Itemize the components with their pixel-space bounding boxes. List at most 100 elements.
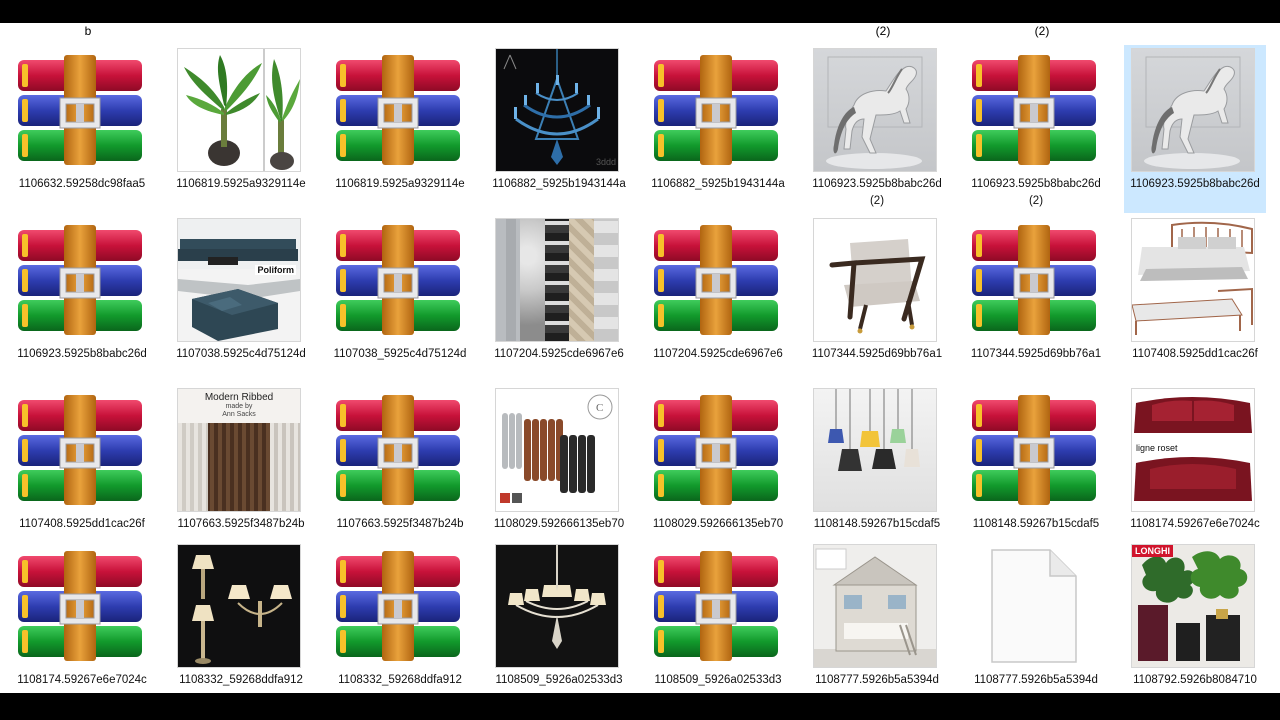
archive-file-tile[interactable]: 1108332_59268ddfa912 bbox=[329, 541, 471, 693]
file-name-tail[interactable]: (2) bbox=[972, 24, 1112, 38]
thumbnail-caption: made by bbox=[225, 403, 253, 410]
image-file-tile[interactable]: 1107344.5925d69bb76a1 bbox=[806, 215, 948, 383]
file-name-label: 1108777.5926b5a5394d bbox=[815, 674, 939, 686]
horse-thumbnail bbox=[1131, 48, 1255, 172]
file-name-label: 1107038_5925c4d75124d bbox=[333, 348, 467, 360]
file-thumbnail: LONGHI bbox=[1129, 543, 1257, 669]
image-file-tile[interactable]: 1107204.5925cde6967e6 bbox=[488, 215, 630, 383]
image-file-tile[interactable]: 1108777.5926b5a5394d bbox=[965, 541, 1107, 693]
winrar-archive-icon bbox=[18, 225, 142, 335]
file-name-label: 1108792.5926b8084710 bbox=[1133, 674, 1257, 686]
file-name-label: 1107204.5925cde6967e6 bbox=[653, 348, 783, 360]
ribbed-tile-thumbnail: Modern Ribbed made by Ann Sacks bbox=[177, 388, 301, 512]
svg-text:3ddd: 3ddd bbox=[596, 157, 616, 167]
file-thumbnail bbox=[970, 387, 1098, 513]
brand-label: LONGHI bbox=[1132, 545, 1173, 557]
file-name-label: 1106923.5925b8babc26d bbox=[1130, 178, 1260, 190]
file-name-tail[interactable]: (2) bbox=[813, 24, 953, 38]
archive-file-tile[interactable]: 1107344.5925d69bb76a1 bbox=[965, 215, 1107, 383]
file-thumbnail bbox=[652, 217, 780, 343]
file-thumbnail bbox=[175, 47, 303, 173]
file-thumbnail bbox=[16, 543, 144, 669]
file-name-label: 1106923.5925b8babc26d (2) bbox=[812, 178, 942, 207]
file-name-label: 1108509_5926a02533d3 bbox=[654, 674, 782, 686]
file-thumbnail bbox=[811, 47, 939, 173]
archive-file-tile[interactable]: 1106632.59258dc98faa5 bbox=[11, 45, 153, 213]
file-name-tail[interactable]: b bbox=[18, 24, 158, 38]
archive-file-tile[interactable]: 1108029.592666135eb70 bbox=[647, 385, 789, 553]
file-name-label: 1108174.59267e6e7024c bbox=[17, 674, 147, 686]
image-file-tile[interactable]: 1107408.5925dd1cac26f bbox=[1124, 215, 1266, 383]
file-thumbnail bbox=[16, 217, 144, 343]
winrar-archive-icon bbox=[336, 551, 460, 661]
archive-file-tile[interactable]: 1107408.5925dd1cac26f bbox=[11, 385, 153, 553]
brand-label: ligne roset bbox=[1136, 443, 1178, 453]
file-thumbnail bbox=[334, 387, 462, 513]
image-file-tile[interactable]: ligne roset 1108174.59267e6e7024c bbox=[1124, 385, 1266, 553]
archive-file-tile[interactable]: 1107663.5925f3487b24b bbox=[329, 385, 471, 553]
image-file-tile[interactable]: 1108509_5926a02533d3 bbox=[488, 541, 630, 693]
blank-file-icon bbox=[991, 549, 1077, 663]
winrar-archive-icon bbox=[336, 55, 460, 165]
file-thumbnail bbox=[16, 387, 144, 513]
file-name-label: 1106882_5925b1943144a bbox=[492, 178, 626, 190]
red-sofa-thumbnail: ligne roset bbox=[1131, 388, 1255, 512]
file-thumbnail bbox=[334, 543, 462, 669]
file-thumbnail bbox=[1129, 47, 1257, 173]
winrar-archive-icon bbox=[336, 225, 460, 335]
file-name-label: 1107663.5925f3487b24b bbox=[336, 518, 464, 530]
file-name-label: 1106632.59258dc98faa5 bbox=[18, 178, 146, 190]
file-thumbnail bbox=[1129, 217, 1257, 343]
archive-file-tile[interactable]: 1108174.59267e6e7024c bbox=[11, 541, 153, 693]
winrar-archive-icon bbox=[972, 55, 1096, 165]
file-name-label: 1107344.5925d69bb76a1 bbox=[970, 348, 1102, 360]
file-thumbnail bbox=[493, 217, 621, 343]
image-file-tile[interactable]: Poliform 1107038.5925c4d75124d bbox=[170, 215, 312, 383]
chandelier-thumbnail: 3ddd bbox=[495, 48, 619, 172]
image-file-tile[interactable]: 3ddd 1106882_5925b1943144a bbox=[488, 45, 630, 213]
winrar-archive-icon bbox=[336, 395, 460, 505]
radiator-thumbnail: C bbox=[495, 388, 619, 512]
file-name-label: 1106882_5925b1943144a bbox=[651, 178, 785, 190]
image-file-tile[interactable]: 1106923.5925b8babc26d bbox=[1124, 45, 1266, 213]
winrar-archive-icon bbox=[18, 395, 142, 505]
file-thumbnail bbox=[811, 387, 939, 513]
file-name-label: 1106923.5925b8babc26d bbox=[17, 348, 147, 360]
file-thumbnail bbox=[493, 543, 621, 669]
image-file-tile[interactable]: 1106923.5925b8babc26d (2) bbox=[806, 45, 948, 213]
file-name-label: 1107344.5925d69bb76a1 bbox=[811, 348, 943, 360]
chandelier-white-thumbnail bbox=[495, 544, 619, 668]
horse-thumbnail bbox=[813, 48, 937, 172]
image-file-tile[interactable]: 1108332_59268ddfa912 bbox=[170, 541, 312, 693]
archive-file-tile[interactable]: 1106819.5925a9329114e bbox=[329, 45, 471, 213]
winrar-archive-icon bbox=[654, 551, 778, 661]
image-file-tile[interactable]: 1108148.59267b15cdaf5 bbox=[806, 385, 948, 553]
file-thumbnail: C bbox=[493, 387, 621, 513]
file-name-label: 1106923.5925b8babc26d (2) bbox=[971, 178, 1101, 207]
image-file-tile[interactable]: 1108777.5926b5a5394d bbox=[806, 541, 948, 693]
file-name-label: 1107408.5925dd1cac26f bbox=[19, 518, 145, 530]
file-name-label: 1108332_59268ddfa912 bbox=[338, 674, 462, 686]
file-thumbnail bbox=[16, 47, 144, 173]
archive-file-tile[interactable]: 1108148.59267b15cdaf5 bbox=[965, 385, 1107, 553]
archive-file-tile[interactable]: 1108509_5926a02533d3 bbox=[647, 541, 789, 693]
file-name-label: 1108148.59267b15cdaf5 bbox=[972, 518, 1100, 530]
file-name-label: 1108029.592666135eb70 bbox=[652, 518, 784, 530]
potted-plants-thumbnail: LONGHI bbox=[1131, 544, 1255, 668]
file-name-label: 1106819.5925a9329114e bbox=[176, 178, 306, 190]
image-file-tile[interactable]: C 1108029.592666135eb70 bbox=[488, 385, 630, 553]
image-file-tile[interactable]: Modern Ribbed made by Ann Sacks 1107663.… bbox=[170, 385, 312, 553]
file-name-label: 1107204.5925cde6967e6 bbox=[494, 348, 624, 360]
archive-file-tile[interactable]: 1107204.5925cde6967e6 bbox=[647, 215, 789, 383]
image-file-tile[interactable]: LONGHI 1108792.5926b8084710 bbox=[1124, 541, 1266, 693]
archive-file-tile[interactable]: 1106923.5925b8babc26d bbox=[11, 215, 153, 383]
sofa-thumbnail: Poliform bbox=[177, 218, 301, 342]
archive-file-tile[interactable]: 1106882_5925b1943144a bbox=[647, 45, 789, 213]
archive-file-tile[interactable]: 1106923.5925b8babc26d (2) bbox=[965, 45, 1107, 213]
pendant-lamps-thumbnail bbox=[813, 388, 937, 512]
archive-file-tile[interactable]: 1107038_5925c4d75124d bbox=[329, 215, 471, 383]
thumbnail-caption: Ann Sacks bbox=[222, 411, 256, 418]
file-name-label: 1108509_5926a02533d3 bbox=[495, 674, 623, 686]
file-thumbnail bbox=[970, 543, 1098, 669]
image-file-tile[interactable]: 1106819.5925a9329114e bbox=[170, 45, 312, 213]
